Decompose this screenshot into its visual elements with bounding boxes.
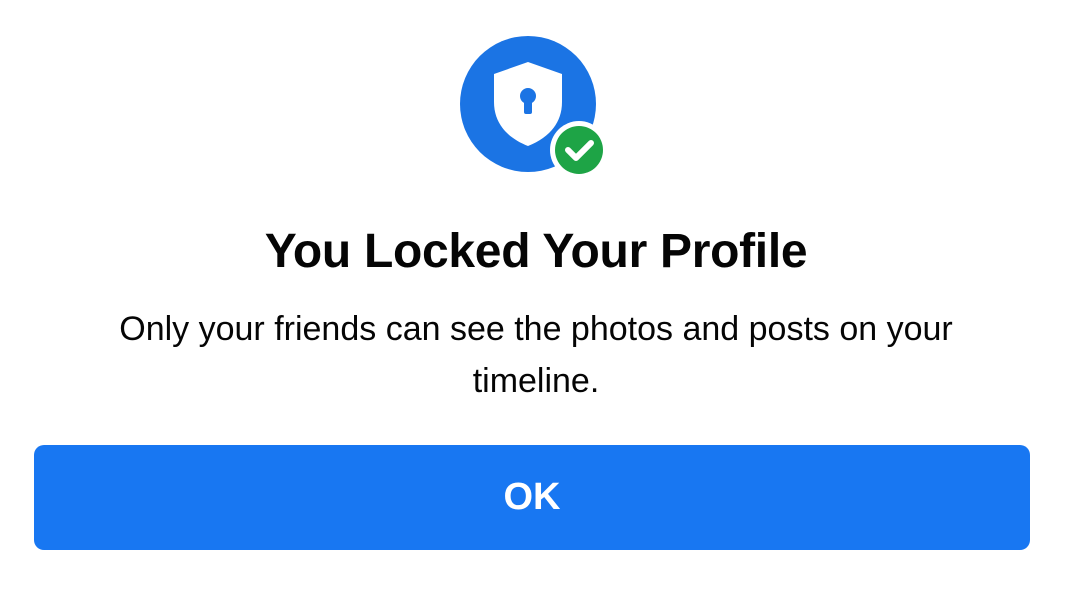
checkmark-icon (550, 121, 608, 179)
dialog-title: You Locked Your Profile (264, 225, 808, 278)
profile-lock-badge (458, 34, 610, 180)
dialog-message: Only your friends can see the photos and… (119, 310, 953, 400)
ok-button[interactable]: OK (34, 445, 1030, 550)
profile-locked-dialog: You Locked Your Profile Only your friend… (0, 0, 1072, 613)
shield-lock-icon (460, 36, 608, 179)
